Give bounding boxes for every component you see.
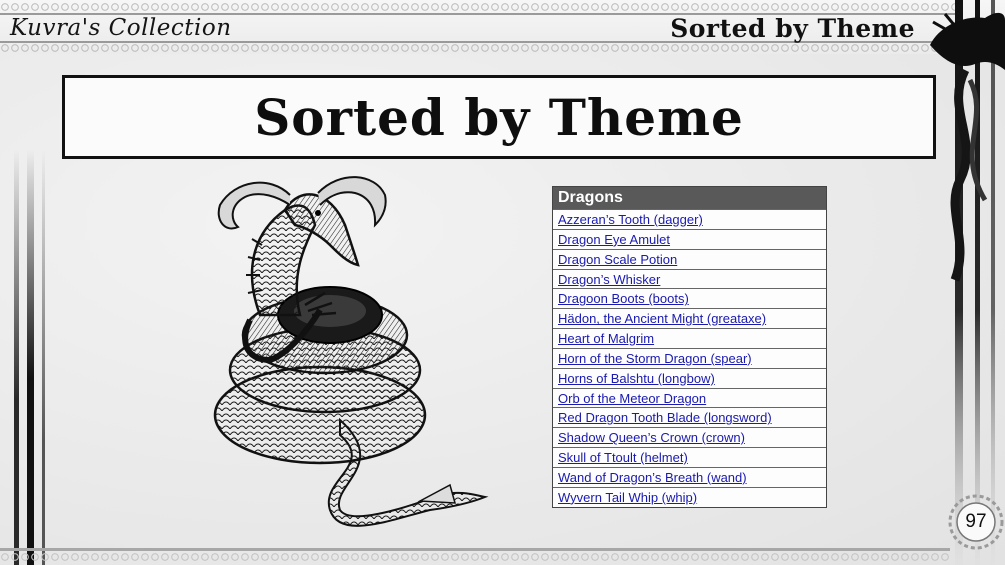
footer-trim bbox=[0, 552, 950, 562]
item-link[interactable]: Azzeran’s Tooth (dagger) bbox=[558, 212, 703, 227]
item-link[interactable]: Skull of Ttoult (helmet) bbox=[558, 450, 688, 465]
item-link[interactable]: Horns of Balshtu (longbow) bbox=[558, 371, 715, 386]
section-title: Sorted by Theme bbox=[670, 14, 915, 43]
table-row: Horn of the Storm Dragon (spear) bbox=[553, 347, 826, 368]
header-trim-top bbox=[0, 2, 960, 12]
table-row: Wand of Dragon’s Breath (wand) bbox=[553, 466, 826, 487]
item-link[interactable]: Hädon, the Ancient Might (greataxe) bbox=[558, 311, 766, 326]
footer-rule bbox=[0, 548, 950, 551]
title-banner: Sorted by Theme bbox=[62, 75, 936, 159]
table-row: Hädon, the Ancient Might (greataxe) bbox=[553, 308, 826, 328]
item-link[interactable]: Dragon Scale Potion bbox=[558, 252, 677, 267]
table-row: Dragoon Boots (boots) bbox=[553, 288, 826, 308]
table-row: Azzeran’s Tooth (dagger) bbox=[553, 209, 826, 229]
header-trim-bottom bbox=[0, 43, 960, 53]
item-link[interactable]: Wand of Dragon’s Breath (wand) bbox=[558, 470, 747, 485]
table-row: Horns of Balshtu (longbow) bbox=[553, 367, 826, 388]
item-link[interactable]: Orb of the Meteor Dragon bbox=[558, 391, 706, 406]
table-row: Red Dragon Tooth Blade (longsword) bbox=[553, 407, 826, 427]
coiled-dragon-illustration bbox=[213, 176, 489, 527]
left-border-stripe bbox=[27, 150, 34, 565]
item-link[interactable]: Dragon Eye Amulet bbox=[558, 232, 670, 247]
left-border-stripe bbox=[42, 150, 45, 565]
item-link[interactable]: Dragoon Boots (boots) bbox=[558, 291, 689, 306]
table-row: Wyvern Tail Whip (whip) bbox=[553, 486, 826, 507]
dragon-border-ornament bbox=[930, 0, 1005, 565]
page-number: 97 bbox=[965, 511, 987, 532]
table-heading: Dragons bbox=[553, 187, 826, 209]
collection-title: Kuvra's Collection bbox=[10, 15, 232, 41]
table-row: Shadow Queen’s Crown (crown) bbox=[553, 427, 826, 447]
item-link[interactable]: Heart of Malgrim bbox=[558, 331, 654, 346]
table-row: Dragon’s Whisker bbox=[553, 268, 826, 289]
table-row: Heart of Malgrim bbox=[553, 328, 826, 348]
item-link[interactable]: Red Dragon Tooth Blade (longsword) bbox=[558, 410, 772, 425]
table-row: Dragon Scale Potion bbox=[553, 248, 826, 269]
dragons-table: Dragons Azzeran’s Tooth (dagger) Dragon … bbox=[552, 186, 827, 508]
table-row: Orb of the Meteor Dragon bbox=[553, 387, 826, 408]
item-link[interactable]: Shadow Queen’s Crown (crown) bbox=[558, 430, 745, 445]
item-link[interactable]: Horn of the Storm Dragon (spear) bbox=[558, 351, 752, 366]
page-header: Kuvra's Collection Sorted by Theme bbox=[0, 0, 1005, 54]
table-row: Skull of Ttoult (helmet) bbox=[553, 447, 826, 467]
item-link[interactable]: Dragon’s Whisker bbox=[558, 272, 660, 287]
page-title: Sorted by Theme bbox=[254, 87, 744, 147]
left-border-stripe bbox=[14, 150, 19, 565]
item-link[interactable]: Wyvern Tail Whip (whip) bbox=[558, 490, 697, 505]
table-row: Dragon Eye Amulet bbox=[553, 228, 826, 249]
